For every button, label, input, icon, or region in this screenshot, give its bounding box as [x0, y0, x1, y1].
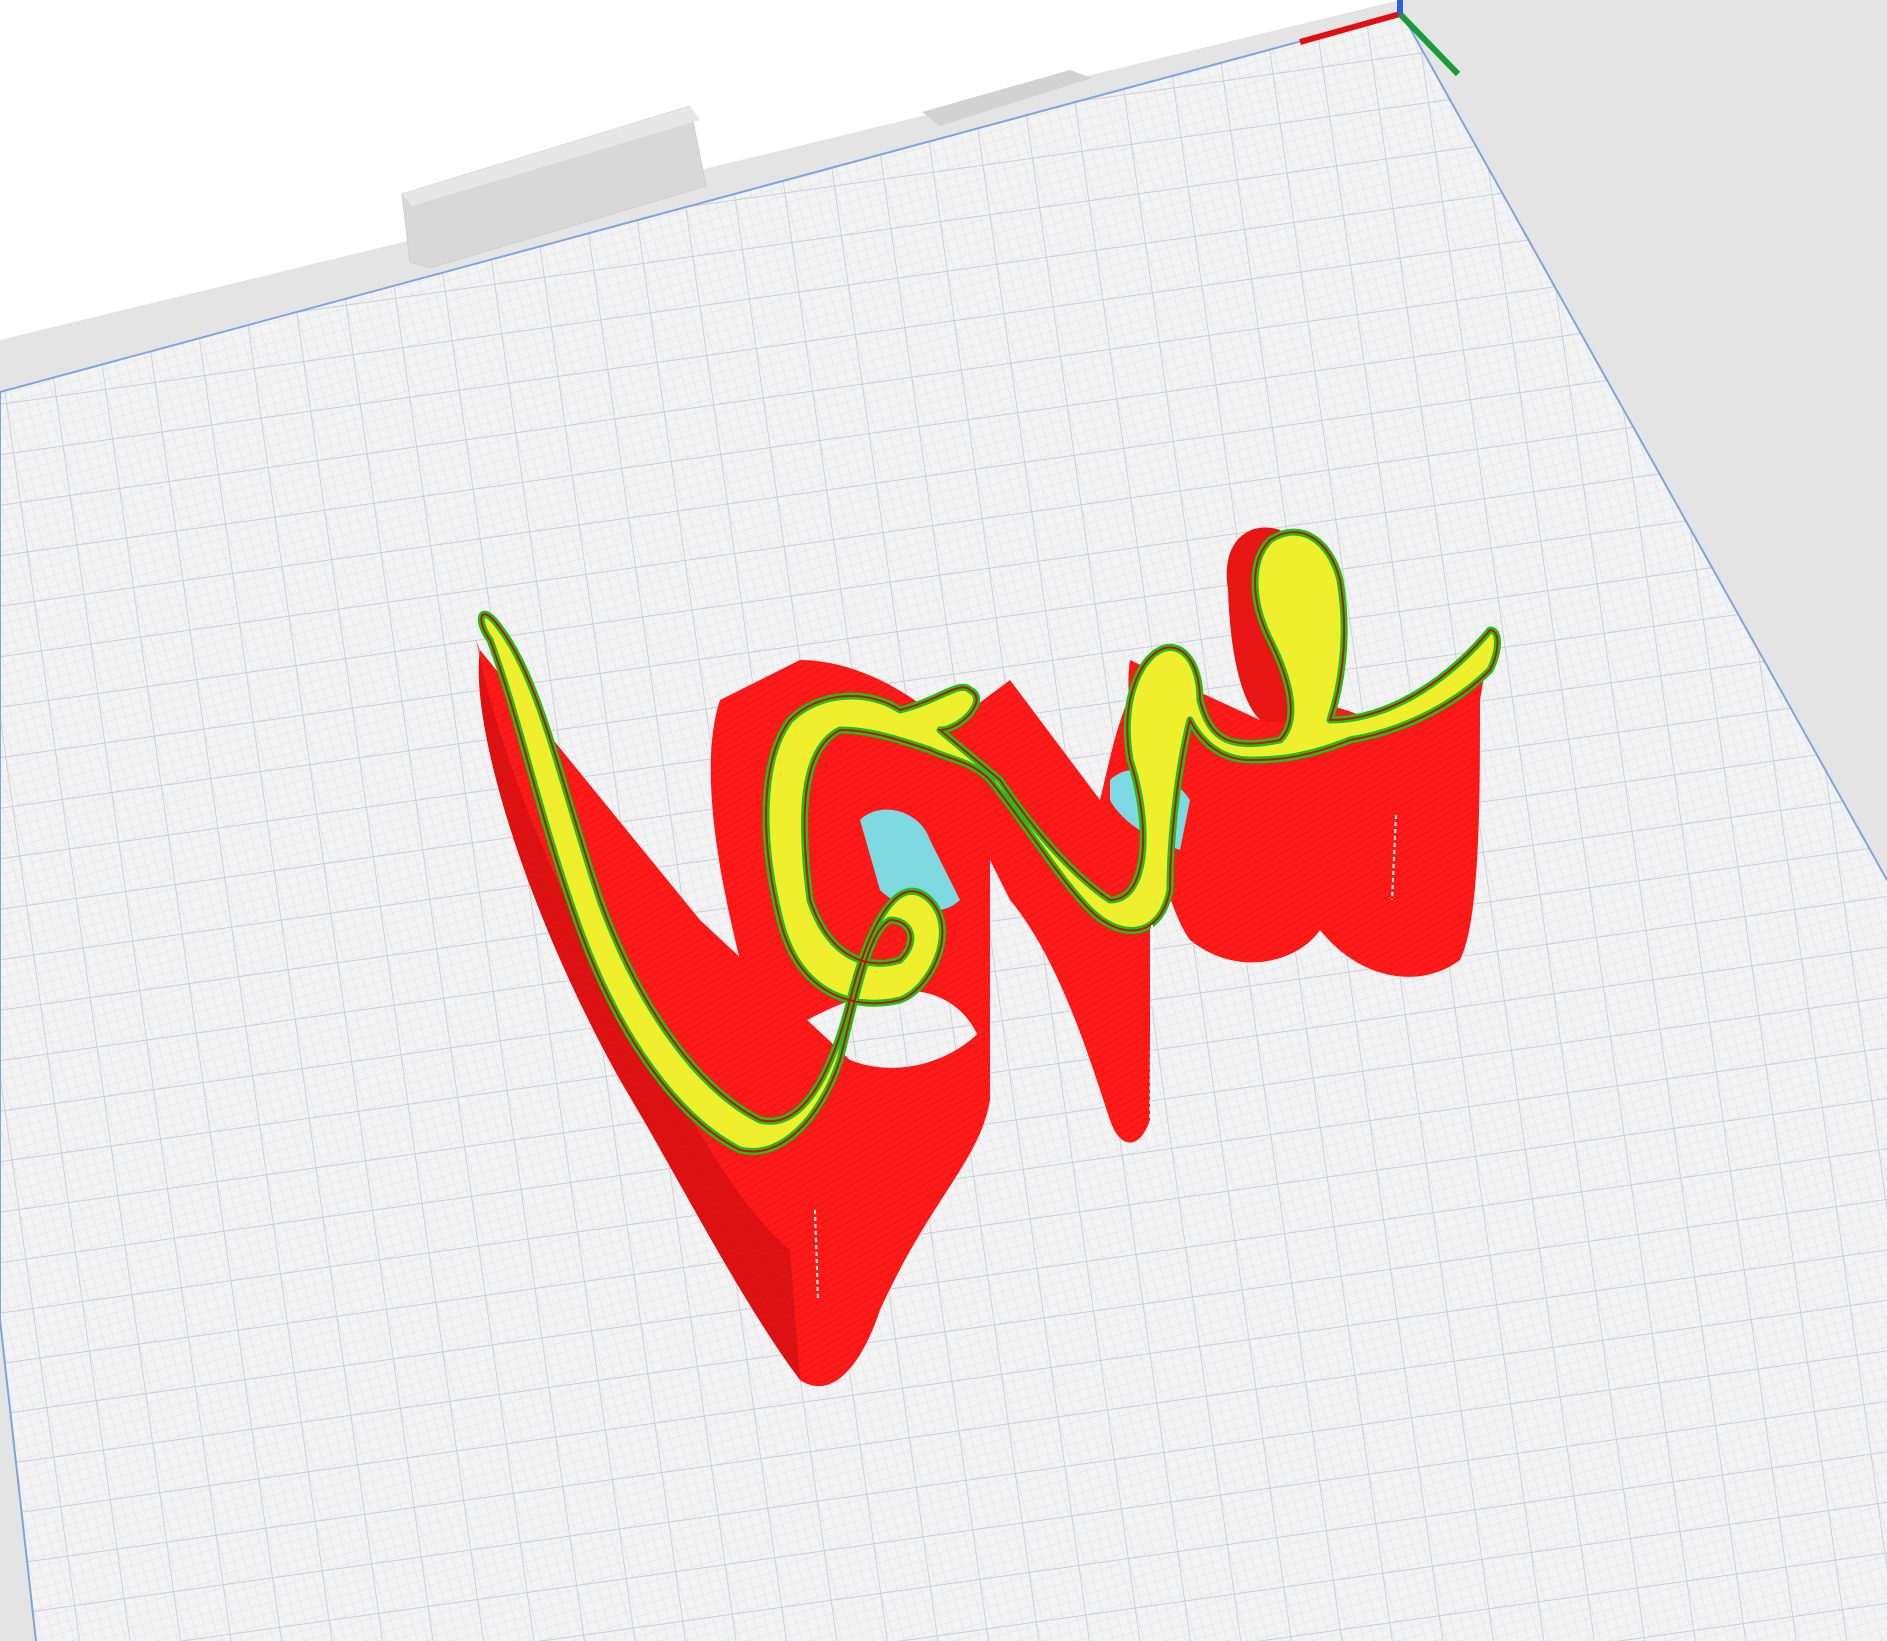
3d-viewport[interactable] — [0, 0, 1887, 1641]
